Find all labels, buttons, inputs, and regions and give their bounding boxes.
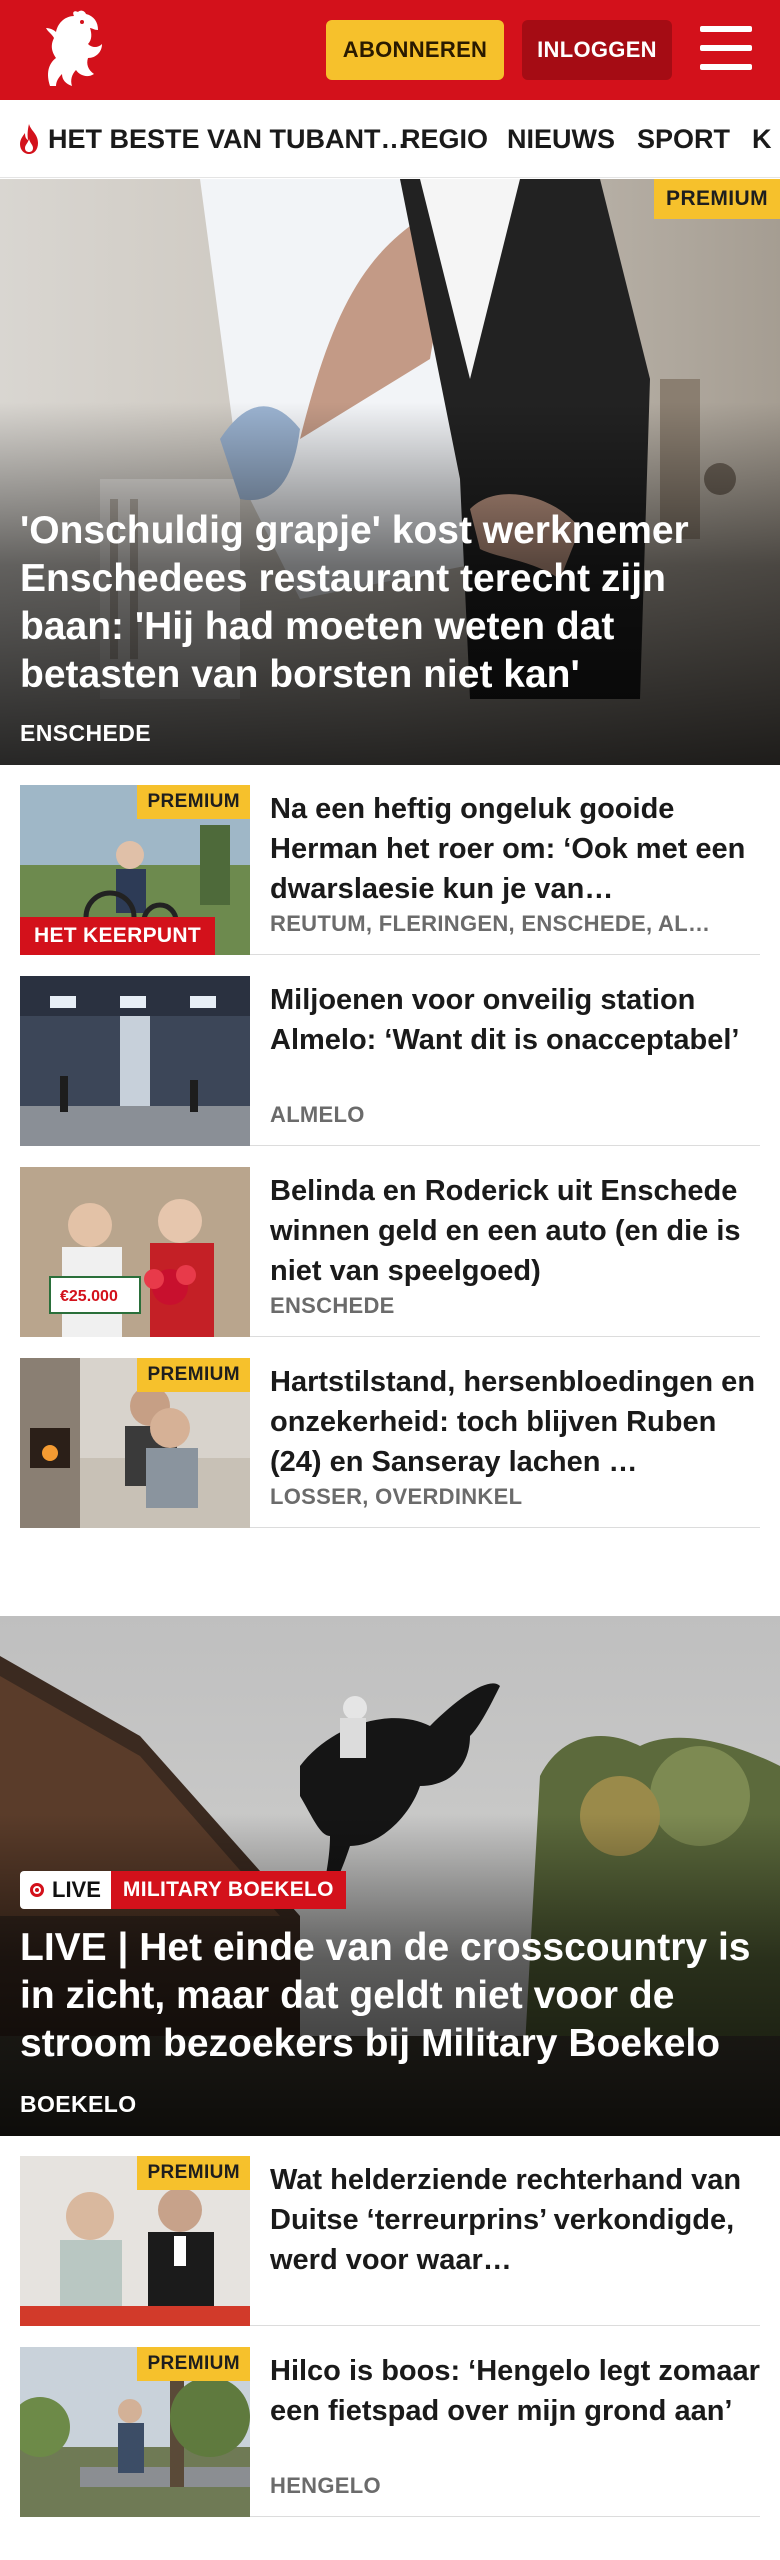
list-item[interactable]: PREMIUM Hilco is boos: ‘Hengelo legt zom…: [20, 2327, 760, 2517]
article-title[interactable]: Miljoenen voor onveilig station Almelo: …: [270, 980, 760, 1060]
nav-item-label: K: [752, 123, 772, 154]
article-thumbnail: PREMIUM: [20, 1358, 250, 1528]
live-badge: LIVE MILITARY BOEKELO: [20, 1871, 346, 1909]
article-title[interactable]: Na een heftig ongeluk gooide Herman het …: [270, 789, 760, 909]
hamburger-icon[interactable]: [700, 26, 752, 70]
nav-item-nieuws[interactable]: NIEUWS: [507, 100, 615, 177]
live-dot-icon: [30, 1883, 44, 1897]
login-button[interactable]: INLOGGEN: [522, 20, 672, 80]
premium-badge: PREMIUM: [137, 785, 250, 819]
nav-item-label: HET BESTE VAN TUBANT…: [48, 123, 408, 154]
nav-item-best-of[interactable]: HET BESTE VAN TUBANT…: [16, 100, 408, 177]
article-title[interactable]: Hilco is boos: ‘Hengelo legt zomaar een …: [270, 2351, 760, 2431]
premium-badge: PREMIUM: [137, 1358, 250, 1392]
category-label: MILITARY BOEKELO: [110, 1871, 346, 1909]
flame-icon: [20, 124, 38, 154]
list-item[interactable]: €25.000 Belinda en Roderick uit Enschede…: [20, 1147, 760, 1337]
article-title[interactable]: Wat helderziende rechterhand van Duitse …: [270, 2160, 760, 2280]
article-location: HENGELO: [270, 2473, 381, 2498]
list-item[interactable]: PREMIUM Wat helderziende rechterhand van…: [20, 2136, 760, 2326]
premium-badge: PREMIUM: [137, 2156, 250, 2190]
article-title[interactable]: Hartstilstand, hersenbloedingen en onzek…: [270, 1362, 760, 1482]
article-location: LOSSER, OVERDINKEL: [270, 1484, 523, 1509]
live-label: LIVE: [52, 1877, 101, 1902]
subscribe-button[interactable]: ABONNEREN: [326, 20, 504, 80]
nav-item-regio[interactable]: REGIO: [401, 100, 489, 177]
nav-item-label: SPORT: [637, 123, 731, 154]
article-thumbnail: €25.000: [20, 1167, 250, 1337]
list-item[interactable]: PREMIUM Hartstilstand, hersenbloedingen …: [20, 1338, 760, 1528]
premium-badge: PREMIUM: [137, 2347, 250, 2381]
kicker-label: HET KEERPUNT: [20, 917, 215, 955]
section-nav: HET BESTE VAN TUBANT… REGIO NIEUWS SPORT…: [0, 100, 780, 178]
hero-location: BOEKELO: [20, 2091, 137, 2117]
hero-article[interactable]: PREMIUM 'Onschuldig grapje' kost werknem…: [0, 179, 780, 765]
article-thumbnail: [20, 976, 250, 1146]
nav-item-label: NIEUWS: [507, 123, 615, 154]
hero-title[interactable]: LIVE | Het einde van de crosscountry is …: [20, 1924, 760, 2068]
article-location: REUTUM, FLERINGEN, ENSCHEDE, AL…: [270, 911, 711, 936]
nav-item-k[interactable]: K: [752, 100, 772, 177]
hero-title[interactable]: 'Onschuldig grapje' kost werknemer Ensch…: [20, 507, 760, 699]
nav-item-sport[interactable]: SPORT: [637, 100, 731, 177]
article-thumbnail: PREMIUM HET KEERPUNT: [20, 785, 250, 955]
nav-item-label: REGIO: [401, 123, 489, 154]
hero-location: ENSCHEDE: [20, 720, 152, 746]
live-hero-article[interactable]: LIVE MILITARY BOEKELO LIVE | Het einde v…: [0, 1616, 780, 2136]
premium-badge: PREMIUM: [654, 179, 780, 219]
article-thumbnail: PREMIUM: [20, 2156, 250, 2326]
list-item[interactable]: Miljoenen voor onveilig station Almelo: …: [20, 956, 760, 1146]
article-location: ALMELO: [270, 1102, 365, 1127]
article-thumbnail: PREMIUM: [20, 2347, 250, 2517]
tubantia-horse-logo[interactable]: [36, 8, 108, 90]
article-location: ENSCHEDE: [270, 1293, 395, 1318]
top-bar: ABONNEREN INLOGGEN: [0, 0, 780, 100]
cheque-amount: €25.000: [60, 1288, 118, 1305]
article-title[interactable]: Belinda en Roderick uit Enschede winnen …: [270, 1171, 760, 1291]
list-item[interactable]: PREMIUM HET KEERPUNT Na een heftig ongel…: [20, 765, 760, 955]
